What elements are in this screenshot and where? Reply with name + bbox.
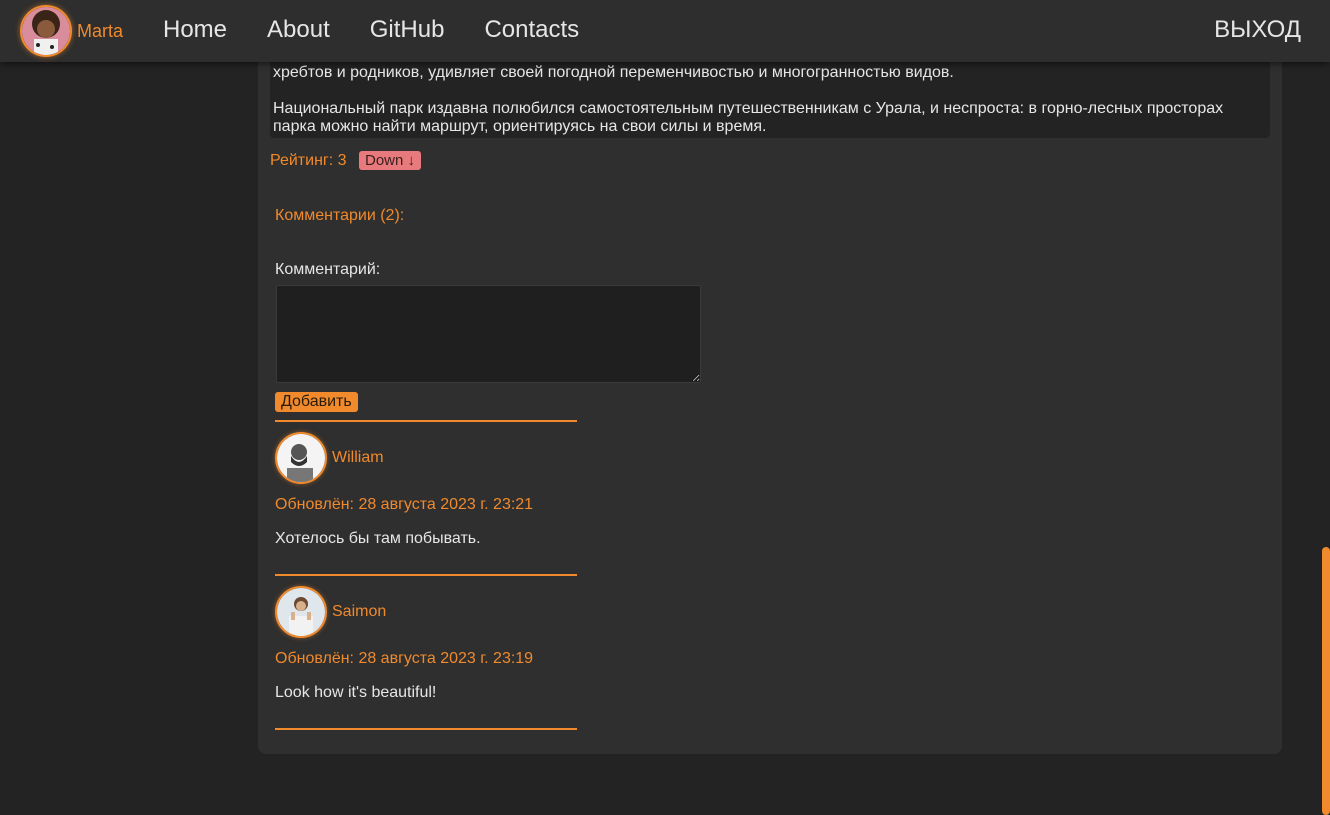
vote-down-button[interactable]: Down ↓ [359, 151, 422, 170]
comment-divider [275, 728, 577, 730]
nav-link-contacts[interactable]: Contacts [484, 16, 579, 44]
nav-links: Home About GitHub Contacts [163, 16, 619, 44]
post-paragraph: Национальный парк издавна полюбился само… [273, 100, 1224, 135]
comment-avatar[interactable] [275, 586, 327, 638]
comment-text: Look how it's beautiful! [275, 684, 437, 701]
nav-link-github[interactable]: GitHub [370, 16, 445, 44]
user-name-link[interactable]: Marta [77, 21, 123, 42]
comment-textarea[interactable] [276, 285, 701, 383]
comments-title: Комментарии (2): [275, 207, 405, 224]
comment-divider [275, 420, 577, 422]
rating-text: Рейтинг: 3 [270, 152, 347, 169]
nav-link-home[interactable]: Home [163, 16, 227, 44]
comment-avatar[interactable] [275, 432, 327, 484]
comment-date: Обновлён: 28 августа 2023 г. 23:21 [275, 496, 534, 513]
comment-author[interactable]: Saimon [332, 603, 386, 621]
comment-divider [275, 574, 577, 576]
post-paragraph: хребтов и родников, удивляет своей погод… [273, 64, 954, 81]
comment-date: Обновлён: 28 августа 2023 г. 23:19 [275, 650, 534, 667]
comment-author[interactable]: William [332, 449, 384, 467]
nav-link-about[interactable]: About [267, 16, 330, 44]
comment-field-label: Комментарий: [275, 261, 381, 278]
scrollbar-thumb[interactable] [1322, 547, 1330, 815]
comment-text: Хотелось бы там побывать. [275, 530, 481, 547]
post-card: хребтов и родников, удивляет своей погод… [258, 40, 1282, 754]
page-scrollbar[interactable] [1320, 62, 1330, 815]
add-comment-button[interactable]: Добавить [275, 392, 358, 412]
logout-link[interactable]: ВЫХОД [1214, 16, 1301, 44]
user-avatar[interactable] [20, 5, 72, 57]
top-navbar: Marta Home About GitHub Contacts ВЫХОД [0, 0, 1330, 62]
